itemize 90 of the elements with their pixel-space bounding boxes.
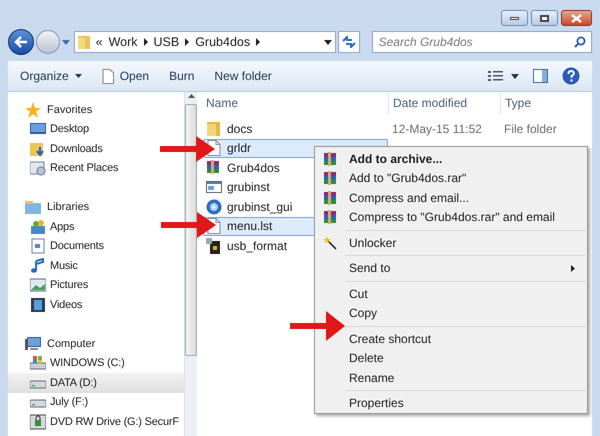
back-arrow-icon (14, 36, 28, 48)
music-note-icon (30, 258, 46, 274)
menu-item[interactable]: Properties (348, 394, 405, 412)
window-icon (206, 179, 222, 196)
menu-item[interactable]: Copy (348, 304, 378, 322)
archive-icon (323, 190, 337, 205)
nav-item[interactable]: Documents (8, 236, 106, 256)
wand-icon (323, 236, 337, 250)
toolbar-button[interactable]: Open (96, 65, 156, 87)
close-button[interactable] (561, 10, 592, 26)
nav-item[interactable]: Desktop (8, 120, 91, 139)
page-icon (102, 68, 114, 84)
nav-group[interactable]: Libraries (8, 198, 94, 217)
chevron-icon[interactable] (144, 38, 148, 46)
usb-drive-icon (206, 238, 222, 254)
breadcrumb[interactable]: Work (108, 32, 138, 52)
star-icon (25, 102, 41, 118)
breadcrumb[interactable]: Grub4dos (195, 32, 250, 52)
search-icon[interactable] (574, 36, 586, 48)
nav-group[interactable]: Computer (8, 334, 100, 354)
library-icon (25, 199, 41, 216)
archive-icon (323, 152, 337, 166)
toolbar-button[interactable]: New folder (208, 65, 278, 87)
column-header[interactable]: Date modified (388, 92, 500, 114)
breadcrumb[interactable]: USB (154, 32, 180, 52)
pointer-arrow (161, 212, 216, 238)
file-item[interactable]: docs (203, 119, 388, 138)
nav-item[interactable]: Music (8, 256, 80, 276)
film-icon (30, 296, 46, 313)
help-icon[interactable] (562, 67, 580, 85)
pointer-arrow (160, 136, 215, 162)
maximize-button[interactable] (531, 10, 558, 26)
nav-item[interactable]: Recent Places (8, 158, 120, 178)
refresh-button[interactable] (338, 31, 360, 53)
folder-icon (30, 140, 46, 157)
folder-icon (206, 120, 222, 137)
toolbar-button[interactable]: Burn (163, 65, 200, 87)
disc-icon (206, 198, 222, 215)
back-button[interactable] (8, 29, 34, 55)
scrollbar[interactable] (184, 92, 197, 436)
refresh-icon (342, 36, 356, 48)
dropdown-icon[interactable] (324, 40, 332, 44)
picture-icon (30, 277, 46, 294)
view-options-icon[interactable] (488, 70, 503, 82)
toolbar-button[interactable]: Organize (14, 65, 88, 87)
menu-item[interactable]: Unlocker (348, 234, 398, 252)
nav-item[interactable]: DATA (D:) (8, 373, 184, 392)
caret-icon (74, 74, 82, 78)
column-header[interactable]: Name (203, 92, 388, 114)
menu-item[interactable]: Send to (348, 259, 392, 278)
chevron-icon[interactable] (256, 38, 260, 46)
nav-item[interactable]: Pictures (8, 276, 90, 295)
menu-item[interactable]: Compress and email... (348, 188, 470, 207)
archive-icon (323, 171, 337, 186)
nav-item[interactable]: Downloads (8, 139, 105, 158)
menu-item[interactable]: Delete (348, 349, 385, 368)
type-cell-text: File folder (503, 120, 557, 138)
submenu-arrow-icon (571, 264, 575, 272)
archive-icon (323, 210, 337, 224)
apps-icon (30, 218, 46, 235)
nav-item[interactable]: Videos (8, 295, 84, 314)
nav-item[interactable]: July (F:) (8, 392, 90, 412)
chevron-icon[interactable] (185, 38, 190, 46)
menu-item[interactable]: Add to "Grub4dos.rar" (348, 169, 468, 188)
pointer-arrow (290, 311, 345, 341)
nav-item[interactable]: DVD RW Drive (G:) SecurF (8, 412, 181, 432)
nav-item[interactable]: Apps (8, 217, 76, 236)
date-cell-text: 12-May-15 11:52 (391, 120, 483, 138)
computer-icon (25, 336, 41, 352)
column-header[interactable]: Type (500, 92, 592, 114)
close-icon (571, 14, 582, 22)
scroll-up-icon[interactable] (188, 94, 194, 98)
search-field[interactable]: Search Grub4dos (372, 31, 592, 53)
overflow-chevron[interactable]: « (96, 32, 103, 52)
nav-item[interactable]: WINDOWS (C:) (8, 354, 127, 373)
address-bar[interactable]: « Work USB Grub4dos (74, 31, 336, 53)
menu-item[interactable]: Create shortcut (348, 330, 432, 348)
history-dropdown-icon[interactable] (62, 40, 70, 44)
window-icon (30, 160, 46, 176)
folder-icon (78, 35, 90, 49)
dvd-drive-icon (30, 414, 46, 430)
archive-icon (206, 160, 222, 176)
menu-item[interactable]: Cut (348, 284, 369, 303)
menu-item[interactable]: Rename (348, 368, 396, 387)
drive-icon (30, 355, 46, 372)
minimize-button[interactable] (501, 10, 528, 26)
nav-group[interactable]: Favorites (8, 100, 96, 120)
preview-pane-icon[interactable] (533, 69, 548, 83)
dropdown-icon[interactable] (511, 74, 519, 78)
document-icon (30, 238, 46, 254)
